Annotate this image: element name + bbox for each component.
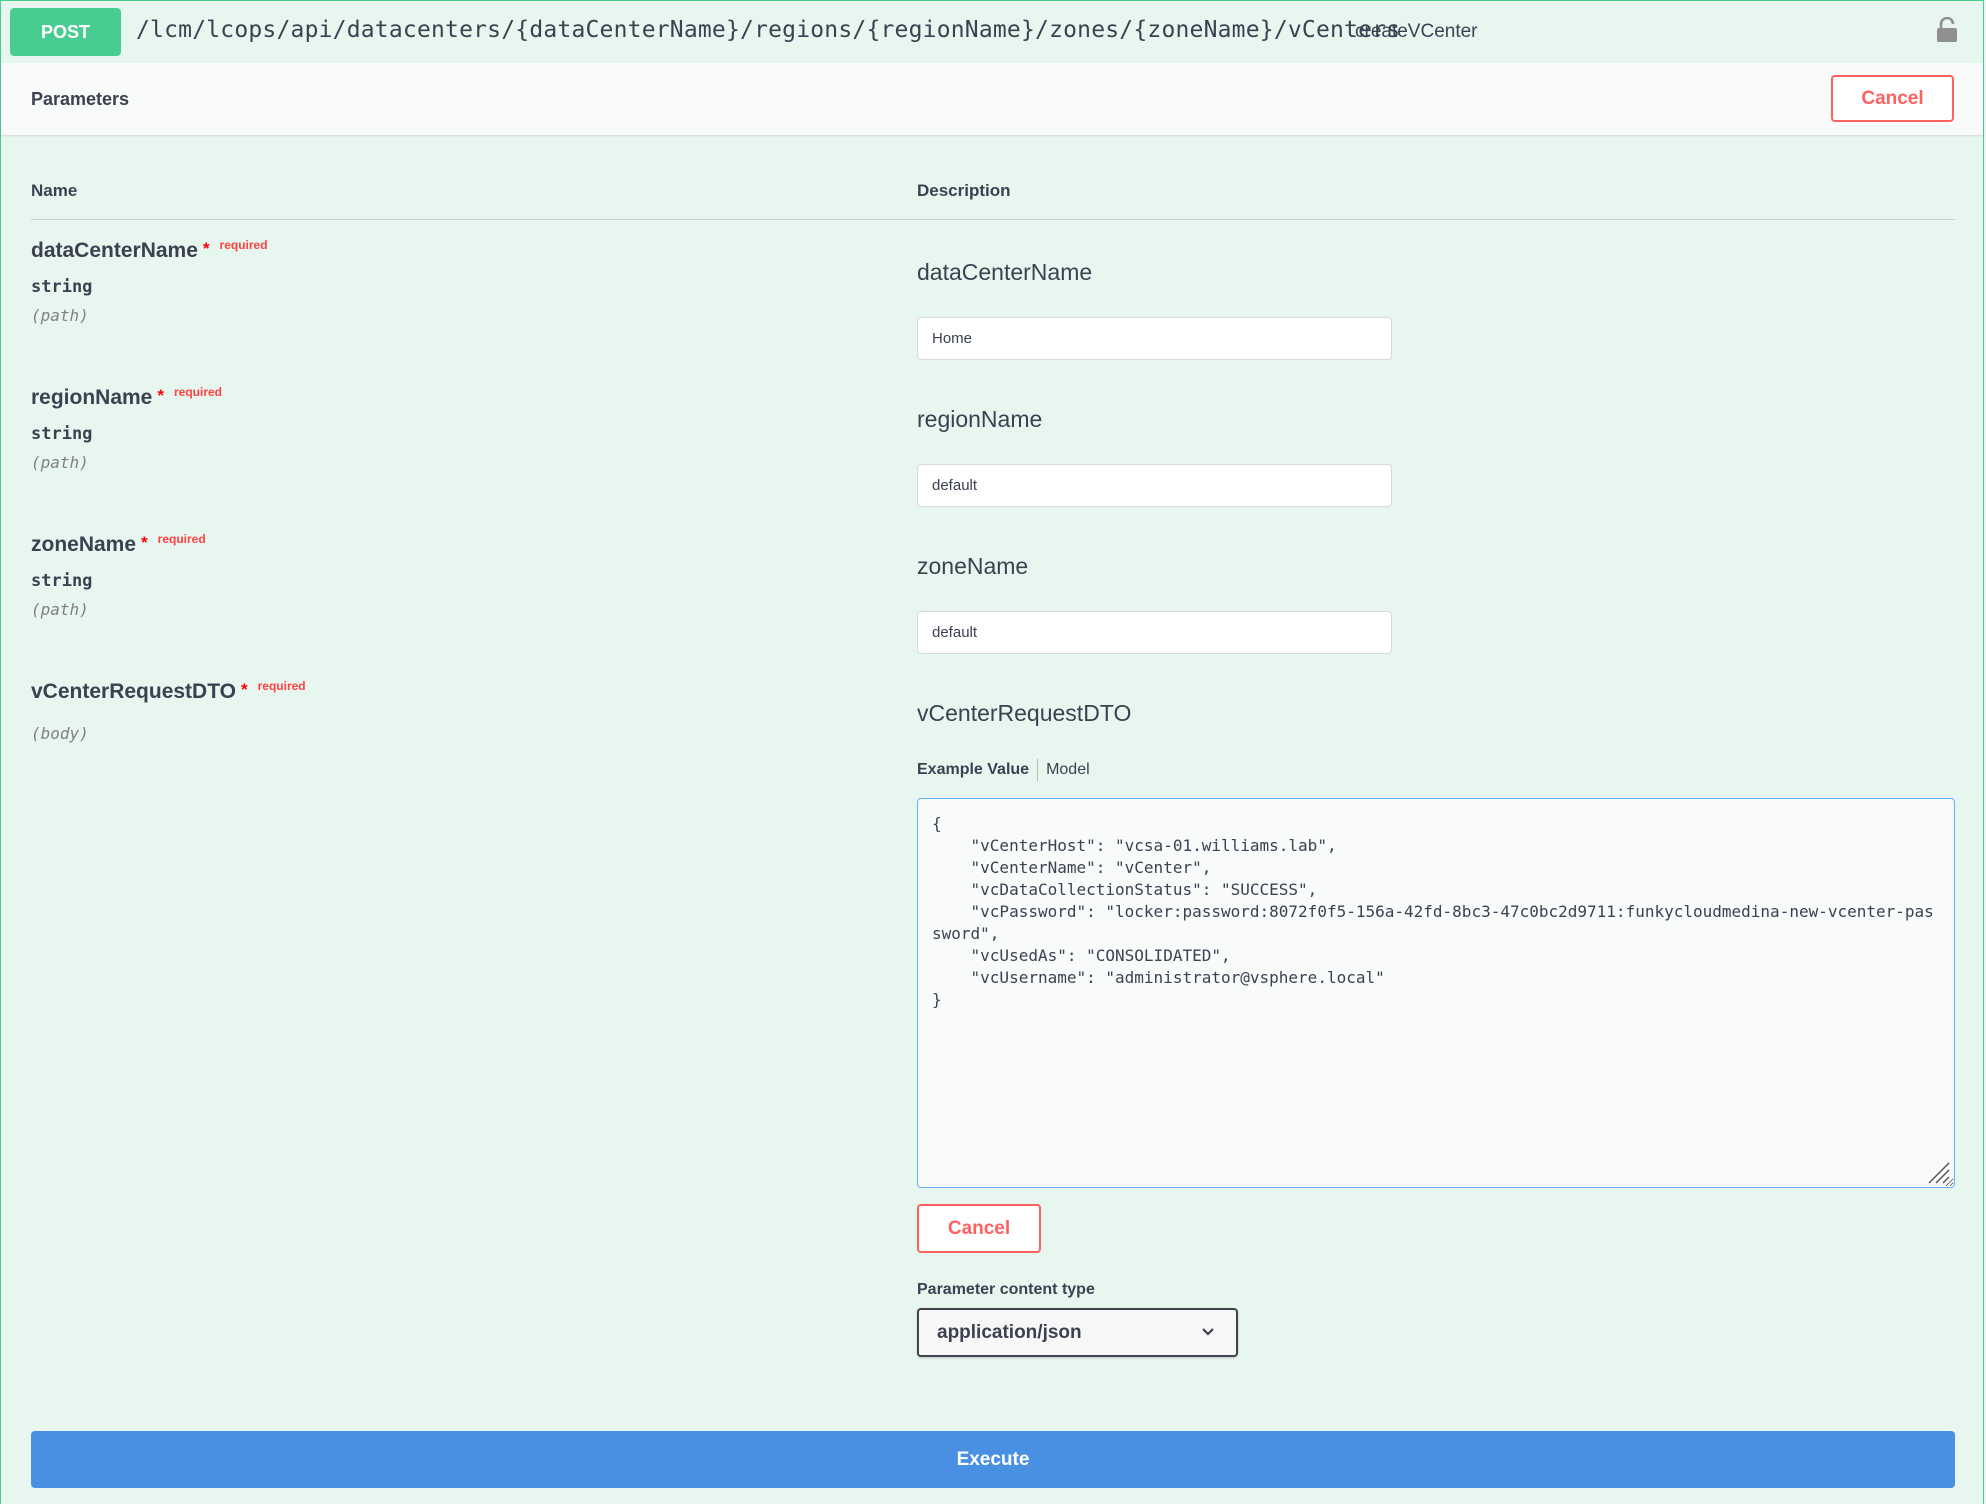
content-type-label: Parameter content type xyxy=(917,1281,1095,1298)
column-header-description: Description xyxy=(917,181,1011,200)
endpoint-path: /lcm/lcops/api/datacenters/{dataCenterNa… xyxy=(136,17,1401,43)
cancel-body-button[interactable]: Cancel xyxy=(917,1204,1041,1253)
column-header-name: Name xyxy=(31,181,78,200)
resize-grip-icon[interactable] xyxy=(1927,1161,1951,1185)
param-location: (path) xyxy=(31,453,89,472)
execute-button[interactable]: Execute xyxy=(31,1431,1955,1488)
tab-model[interactable]: Model xyxy=(1046,761,1090,778)
parameters-title: Parameters xyxy=(31,89,130,109)
operation-block: POST /lcm/lcops/api/datacenters/{dataCen… xyxy=(0,0,1984,1504)
param-description-label: regionName xyxy=(917,406,1043,432)
tab-example-value[interactable]: Example Value xyxy=(917,761,1029,778)
param-location: (path) xyxy=(31,306,89,325)
lock-icon[interactable] xyxy=(1936,17,1958,43)
http-method-badge: POST xyxy=(10,8,121,56)
param-type: string xyxy=(31,424,93,444)
content-type-select[interactable]: application/json xyxy=(917,1308,1238,1357)
operation-summary[interactable]: POST /lcm/lcops/api/datacenters/{dataCen… xyxy=(1,1,1983,64)
operation-id: createVCenter xyxy=(1355,21,1478,42)
param-name-datacentername: dataCenterName * required xyxy=(31,238,268,262)
zonename-input[interactable] xyxy=(917,611,1392,654)
datacentername-input[interactable] xyxy=(917,317,1392,360)
param-location: (path) xyxy=(31,600,89,619)
param-description-label: zoneName xyxy=(917,553,1029,579)
chevron-down-icon xyxy=(1202,1328,1214,1336)
param-name-vcenterrequestdto: vCenterRequestDTO * required xyxy=(31,679,306,703)
content-type-selected: application/json xyxy=(937,1321,1082,1343)
param-name-regionname: regionName * required xyxy=(31,385,223,409)
example-model-tabs: Example Value Model xyxy=(917,759,1090,781)
request-body-editor[interactable]: { "vCenterHost": "vcsa-01.williams.lab",… xyxy=(917,798,1955,1188)
table-divider xyxy=(31,219,1955,220)
param-type: string xyxy=(31,571,93,591)
regionname-input[interactable] xyxy=(917,464,1392,507)
param-name-zonename: zoneName * required xyxy=(31,532,206,556)
tab-separator xyxy=(1037,759,1039,781)
param-description-label: vCenterRequestDTO xyxy=(917,700,1132,726)
parameters-header: Parameters Cancel xyxy=(1,63,1983,135)
param-description-label: dataCenterName xyxy=(917,259,1093,285)
param-location: (body) xyxy=(31,724,89,743)
param-type: string xyxy=(31,277,93,297)
cancel-try-out-button[interactable]: Cancel xyxy=(1831,75,1954,122)
